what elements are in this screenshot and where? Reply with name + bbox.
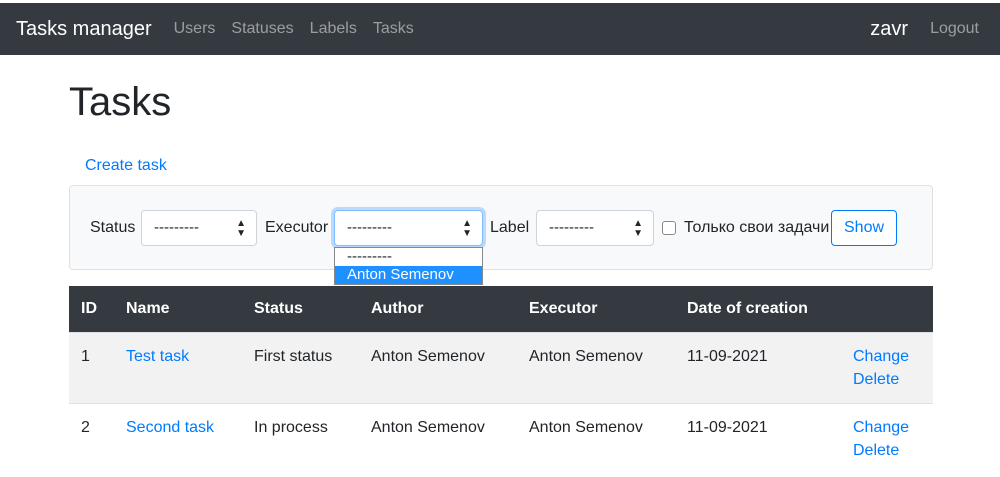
status-label: Status [90, 219, 136, 236]
header-id: ID [69, 286, 114, 332]
executor-value: --------- [347, 219, 392, 236]
cell-date: 11-09-2021 [675, 402, 841, 474]
cell-author: Anton Semenov [359, 331, 517, 403]
filter-form: Status --------- ▲ Executor --------- ▲ --… [69, 185, 933, 285]
nav-statuses[interactable]: Statuses [231, 20, 293, 38]
status-select[interactable]: --------- ▲ [141, 210, 257, 246]
cell-status: First status [242, 331, 359, 403]
change-link[interactable]: Change [853, 419, 909, 436]
executor-dropdown: --------- Anton Semenov [334, 247, 483, 285]
status-value: --------- [154, 219, 199, 236]
label-select[interactable]: --------- ▲ [536, 210, 654, 246]
executor-select[interactable]: --------- ▲ [334, 210, 483, 246]
updown-icon: ▲ [633, 211, 643, 239]
header-actions [841, 286, 933, 332]
cell-date: 11-09-2021 [675, 331, 841, 403]
brand-link[interactable]: Tasks manager [16, 18, 152, 41]
header-author: Author [359, 286, 517, 332]
show-button[interactable]: Show [831, 210, 898, 246]
delete-link[interactable]: Delete [853, 442, 899, 459]
table-row: 1 Test task First status Anton Semenov A… [69, 331, 933, 403]
cell-id: 2 [69, 402, 114, 474]
delete-link[interactable]: Delete [853, 371, 899, 388]
nav-right: zavr Logout [870, 18, 1000, 41]
header-executor: Executor [517, 286, 675, 332]
label-value: --------- [549, 219, 594, 236]
table-header: ID Name Status Author Executor Date of c… [69, 286, 933, 332]
updown-icon: ▲ [462, 211, 472, 239]
page-title: Tasks [69, 80, 172, 124]
cell-executor: Anton Semenov [517, 402, 675, 474]
executor-option[interactable]: Anton Semenov [335, 266, 482, 284]
header-name: Name [114, 286, 242, 332]
updown-icon: ▲ [236, 211, 246, 239]
nav-labels[interactable]: Labels [310, 20, 357, 38]
nav-users[interactable]: Users [174, 20, 216, 38]
nav-tasks[interactable]: Tasks [373, 20, 414, 38]
navbar: Tasks manager Users Statuses Labels Task… [0, 3, 1000, 55]
table-row: 2 Second task In process Anton Semenov A… [69, 402, 933, 474]
cell-id: 1 [69, 331, 114, 403]
current-user: zavr [870, 17, 909, 40]
header-status: Status [242, 286, 359, 332]
header-date: Date of creation [675, 286, 841, 332]
own-tasks-label: Только свои задачи [684, 219, 830, 236]
logout-link[interactable]: Logout [930, 20, 979, 38]
executor-option[interactable]: --------- [335, 248, 482, 266]
cell-author: Anton Semenov [359, 402, 517, 474]
change-link[interactable]: Change [853, 348, 909, 365]
tasks-table: ID Name Status Author Executor Date of c… [69, 286, 933, 474]
create-task-link[interactable]: Create task [85, 157, 167, 175]
cell-status: In process [242, 402, 359, 474]
task-name-link[interactable]: Second task [126, 419, 214, 436]
label-label: Label [490, 219, 530, 236]
executor-label: Executor [265, 219, 329, 236]
own-tasks-checkbox[interactable] [662, 221, 676, 235]
cell-executor: Anton Semenov [517, 331, 675, 403]
task-name-link[interactable]: Test task [126, 348, 189, 365]
